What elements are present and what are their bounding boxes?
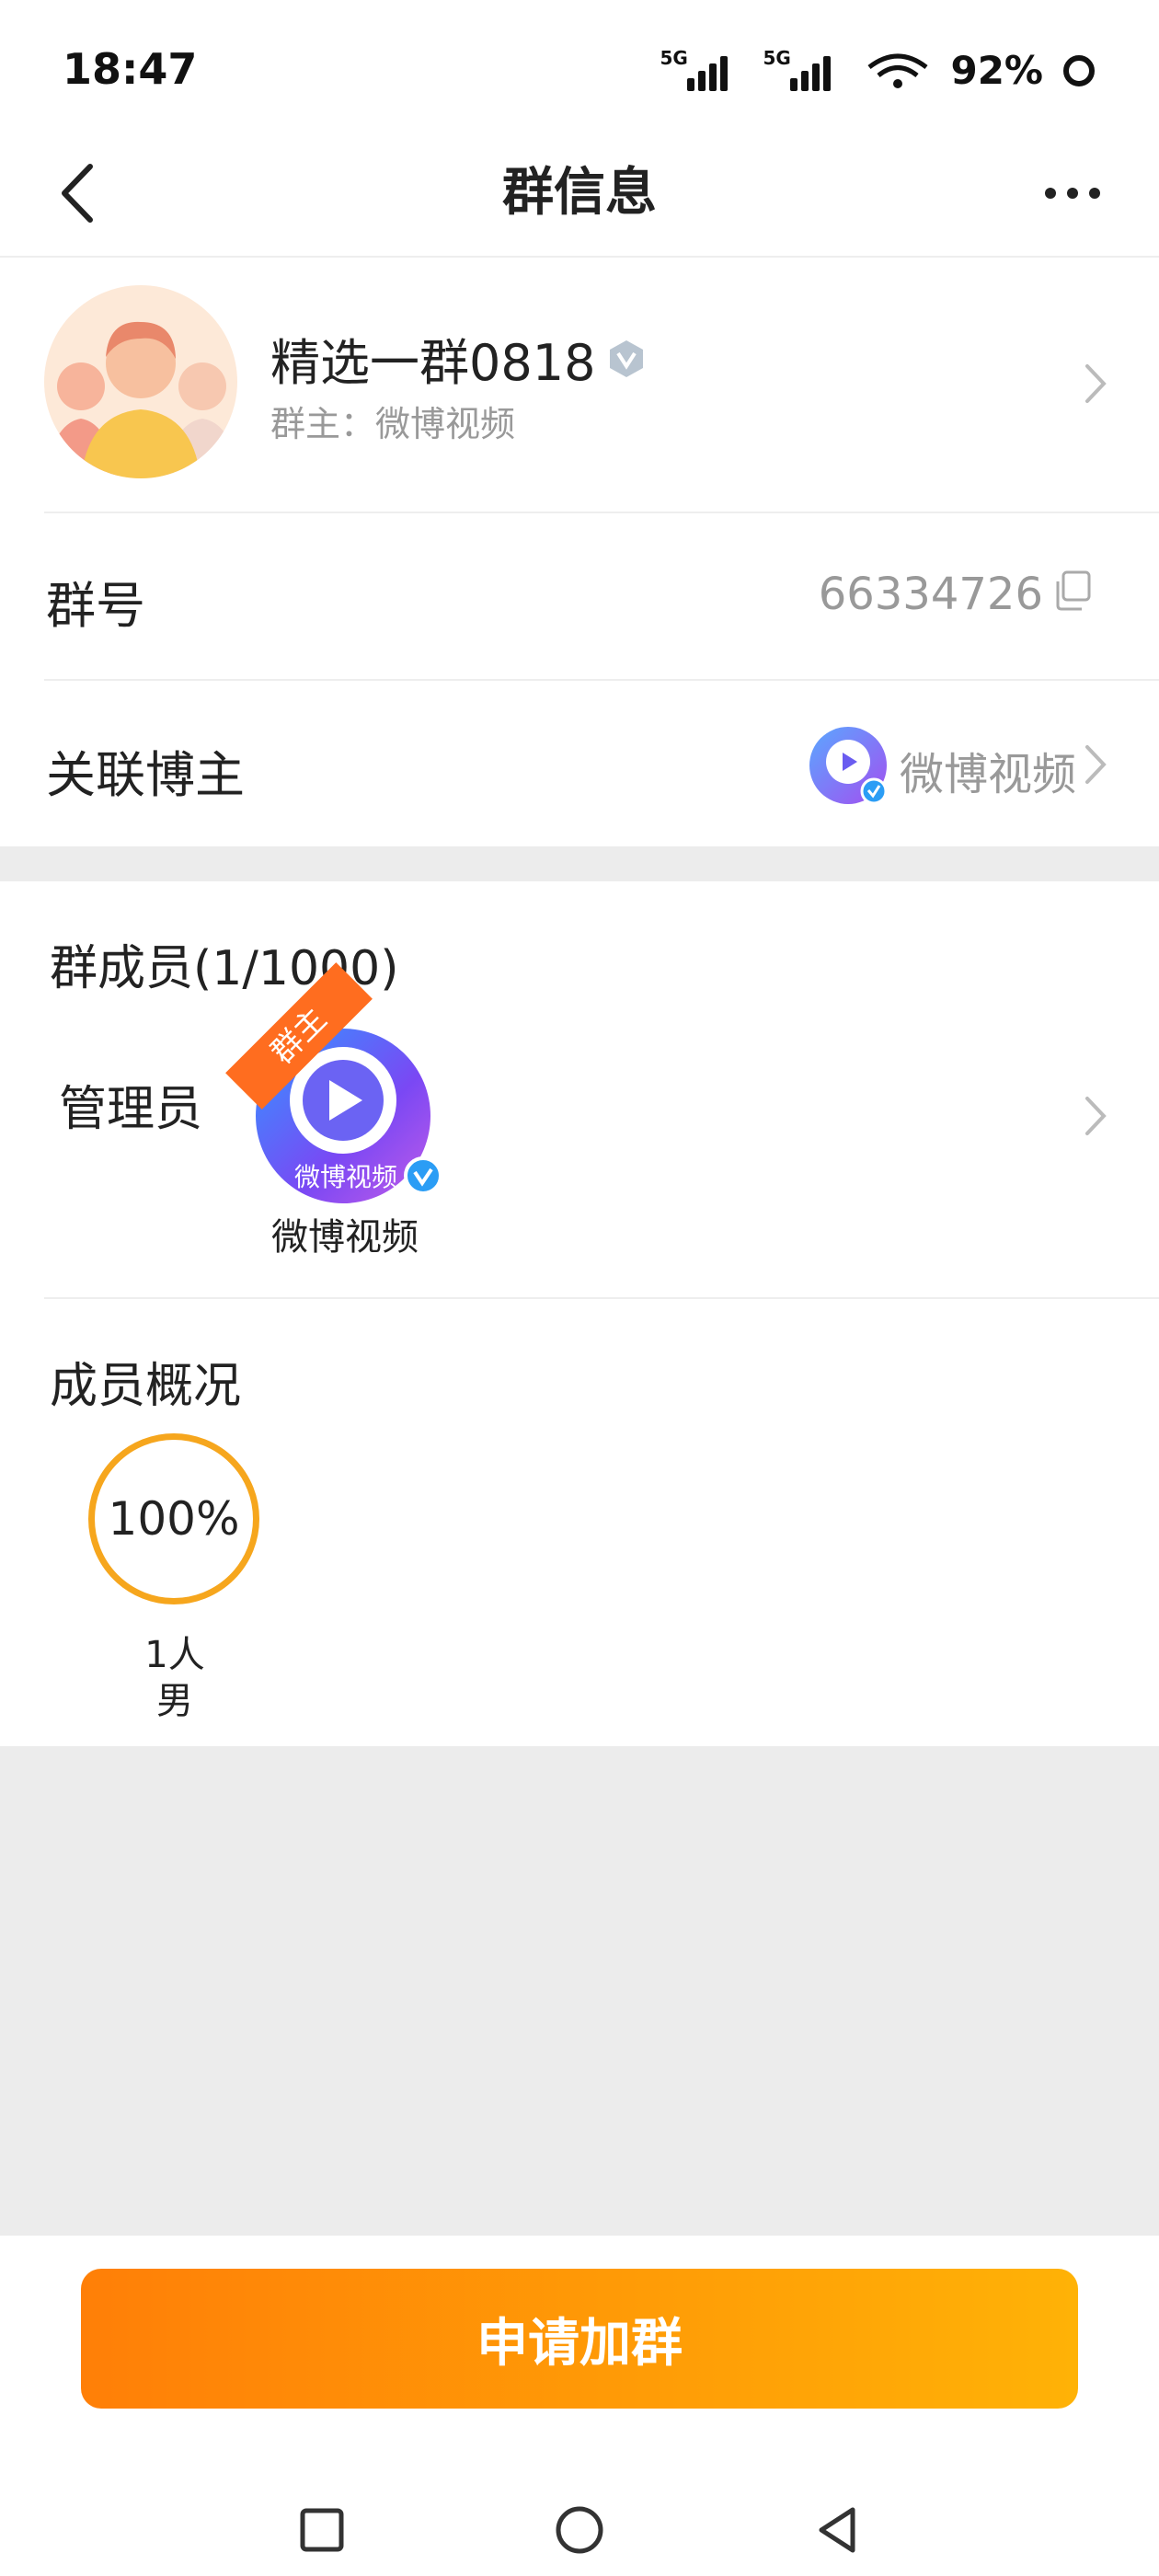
- divider: [44, 1297, 1159, 1299]
- status-icons: 5G 5G 92%: [660, 47, 1095, 93]
- group-number-value: 66334726: [818, 569, 1043, 620]
- battery-percent: 92%: [950, 48, 1043, 93]
- chevron-right-icon: [1085, 364, 1107, 403]
- members-card: 群成员(1/1000) 管理员 微博视频 群主 微博视频 成员概况 100% 1…: [0, 881, 1159, 1746]
- group-number-label: 群号: [46, 577, 145, 635]
- signal-icon-2: 5G: [763, 47, 845, 91]
- join-group-button[interactable]: 申请加群: [81, 2269, 1078, 2409]
- copy-icon[interactable]: [1054, 570, 1091, 611]
- status-bar: 18:47 5G 5G 92%: [0, 0, 1159, 138]
- linked-blogger-label: 关联博主: [46, 746, 245, 804]
- page-title: 群信息: [502, 163, 657, 223]
- gender-label: 男: [156, 1680, 193, 1722]
- avatar-text: 微博视频: [293, 1162, 397, 1192]
- chevron-left-icon: [62, 164, 93, 223]
- navigation-bar: 群信息: [0, 138, 1159, 258]
- blogger-name: 微博视频: [899, 749, 1076, 800]
- more-dots-icon: [1045, 188, 1056, 199]
- bottom-bar: 申请加群: [0, 2236, 1159, 2576]
- wifi-icon: [867, 53, 928, 88]
- gender-ratio-ring: 100%: [88, 1433, 259, 1604]
- triangle-back-icon: [819, 2507, 855, 2553]
- chevron-right-icon: [1085, 745, 1107, 784]
- signal-icon: 5G: [660, 47, 742, 91]
- circle-icon: [556, 2506, 603, 2554]
- admin-name: 微博视频: [271, 1216, 419, 1259]
- group-info-card: 精选一群0818 群主：微博视频 群号 66334726 关联博主 微博视频: [0, 258, 1159, 846]
- recent-apps-button[interactable]: [294, 2502, 350, 2558]
- status-time: 18:47: [63, 44, 198, 94]
- group-avatar: [44, 285, 237, 478]
- more-button[interactable]: [1036, 156, 1109, 230]
- back-nav-button[interactable]: [809, 2502, 865, 2558]
- group-owner: 群主：微博视频: [270, 404, 516, 444]
- home-button[interactable]: [552, 2502, 607, 2558]
- verified-badge-icon: [610, 339, 644, 377]
- overview-title: 成员概况: [50, 1359, 242, 1414]
- square-icon: [300, 2508, 344, 2552]
- gender-percent: 100%: [108, 1492, 240, 1546]
- linked-blogger-row[interactable]: 关联博主 微博视频: [0, 681, 1159, 846]
- group-number-row: 群号 66334726: [0, 513, 1159, 679]
- chevron-right-icon: [1085, 1097, 1107, 1135]
- battery-icon: [1063, 54, 1095, 86]
- verified-v-icon: [404, 1156, 442, 1195]
- group-name: 精选一群0818: [270, 322, 647, 395]
- back-button[interactable]: [40, 156, 114, 230]
- admin-label: 管理员: [59, 1082, 203, 1137]
- blogger-avatar: [809, 727, 888, 805]
